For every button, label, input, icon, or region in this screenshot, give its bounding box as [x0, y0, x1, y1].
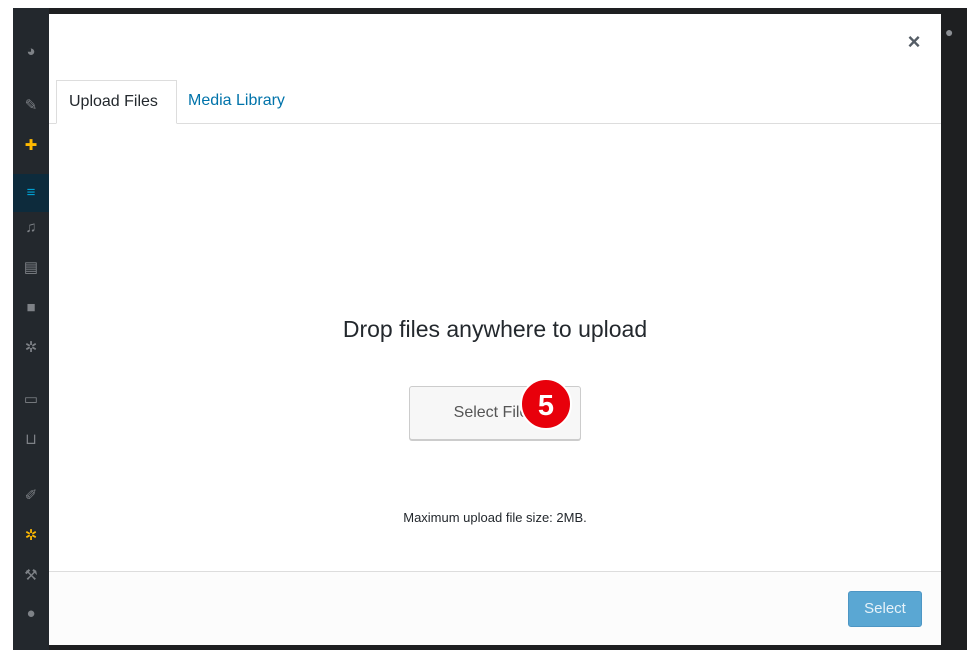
pin-icon[interactable]: ✎: [21, 96, 41, 116]
pages-icon[interactable]: ▤: [21, 258, 41, 278]
user-icon[interactable]: ●: [21, 604, 41, 624]
brush-icon[interactable]: ✐: [21, 486, 41, 506]
comments-icon[interactable]: ■: [21, 298, 41, 318]
select-button[interactable]: Select: [848, 591, 922, 627]
tab-media-library[interactable]: Media Library: [176, 80, 297, 123]
woo-icon[interactable]: ▭: [21, 390, 41, 410]
modal-toolbar: Select: [49, 571, 941, 645]
menu-icon: ≡: [26, 184, 36, 201]
modal-tabs: Upload Files Media Library: [49, 80, 941, 124]
plugin-icon[interactable]: ⚒: [21, 566, 41, 586]
drop-instructions: Drop files anywhere to upload: [342, 316, 648, 342]
tab-upload-files[interactable]: Upload Files: [56, 80, 177, 124]
max-upload-size: Maximum upload file size: 2MB.: [403, 510, 587, 525]
dashboard-icon[interactable]: ◕: [21, 42, 41, 62]
cart-icon[interactable]: ⊔: [21, 430, 41, 450]
media-modal: × Upload Files Media Library Drop files …: [49, 14, 941, 645]
media-icon[interactable]: ♫: [21, 218, 41, 238]
sidebar-item-active[interactable]: ≡: [13, 174, 49, 212]
gear-icon[interactable]: ✲: [21, 338, 41, 358]
gear-icon[interactable]: ✲: [21, 526, 41, 546]
admin-sidebar: ◕ ✎ ✚ ≡ ♫ ▤ ■ ✲ ▭ ⊔ ✐ ✲ ⚒ ●: [13, 8, 49, 650]
step-number-badge: 5: [520, 378, 572, 430]
plus-icon[interactable]: ✚: [21, 136, 41, 156]
upload-drop-zone[interactable]: Drop files anywhere to upload Select Fil…: [49, 124, 941, 570]
user-account-icon[interactable]: ●: [945, 24, 953, 40]
close-icon[interactable]: ×: [904, 31, 924, 53]
